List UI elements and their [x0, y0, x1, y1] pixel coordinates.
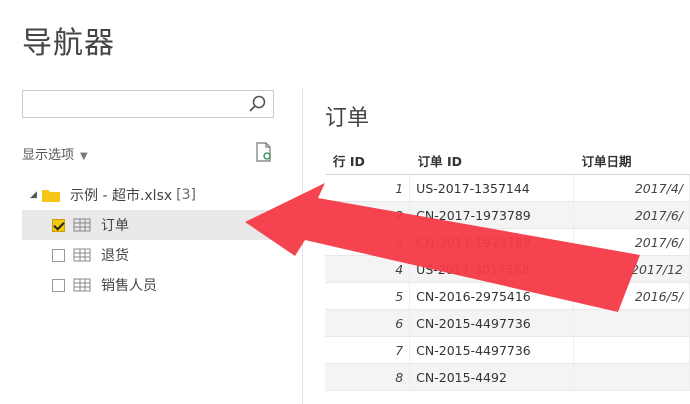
tree-item-orders[interactable]: 订单: [22, 210, 280, 240]
cell-order-date: 2016/5/: [573, 282, 690, 310]
cell-row-id: 3: [325, 228, 411, 256]
checkbox-orders[interactable]: [52, 218, 65, 232]
cell-row-id: 8: [325, 363, 411, 391]
table-row: 7 CN-2015-4497736: [325, 336, 690, 364]
tree-item-label: 销售人员: [101, 278, 157, 294]
table-row: 6 CN-2015-4497736: [325, 309, 690, 337]
folder-icon: [42, 190, 60, 202]
expand-triangle-icon[interactable]: ◢: [30, 190, 42, 200]
cell-order-id: US-2017-1357144: [409, 174, 574, 202]
display-options-dropdown[interactable]: 显示选项 ▼: [22, 144, 88, 163]
tree-root[interactable]: ◢ 示例 - 超市.xlsx [3]: [22, 180, 280, 210]
checkbox-salespeople[interactable]: [52, 278, 65, 292]
table-icon: [73, 248, 91, 262]
cell-order-id: CN-2015-4497736: [409, 336, 574, 364]
cell-order-date: 2017/6/: [573, 228, 690, 256]
table-header-row: 行 ID 订单 ID 订单日期: [325, 146, 690, 175]
tree-item-label: 退货: [101, 248, 129, 264]
cell-row-id: 6: [325, 309, 411, 337]
chevron-down-icon: ▼: [80, 151, 88, 162]
refresh-icon[interactable]: [255, 142, 273, 162]
cell-row-id: 4: [325, 255, 411, 283]
cell-order-id: US-2017-3017568: [409, 255, 574, 283]
cell-order-id: CN-2017-1973789: [409, 201, 574, 229]
checkbox-returns[interactable]: [52, 248, 65, 262]
window-title: 导航器: [22, 26, 115, 61]
table-row: 8 CN-2015-4492: [325, 363, 690, 391]
preview-title: 订单: [325, 106, 370, 131]
cell-order-id: CN-2015-4497736: [409, 309, 574, 337]
panel-divider[interactable]: [302, 88, 303, 404]
cell-order-date: [573, 309, 690, 337]
table-row: 3 CN-2017-1973789 2017/6/: [325, 228, 690, 256]
cell-order-id: CN-2017-1973789: [409, 228, 574, 256]
cell-order-date: 2017/4/: [573, 174, 690, 202]
cell-order-date: 2017/12: [573, 255, 690, 283]
table-icon: [73, 218, 91, 232]
table-row: 2 CN-2017-1973789 2017/6/: [325, 201, 690, 229]
column-header[interactable]: 行 ID: [325, 146, 410, 175]
column-header[interactable]: 订单 ID: [409, 146, 574, 175]
tree-root-count: [3]: [176, 187, 196, 203]
preview-table: 行 ID 订单 ID 订单日期 1 US-2017-1357144 2017/4/ …: [325, 146, 690, 391]
cell-row-id: 2: [325, 201, 411, 229]
search-input[interactable]: [27, 92, 251, 118]
cell-row-id: 7: [325, 336, 411, 364]
cell-order-id: CN-2016-2975416: [409, 282, 574, 310]
column-header[interactable]: 订单日期: [573, 146, 690, 175]
search-icon[interactable]: [247, 94, 267, 114]
cell-row-id: 1: [325, 174, 411, 202]
display-options-label: 显示选项: [22, 148, 75, 163]
cell-order-date: [573, 336, 690, 364]
tree-root-label: 示例 - 超市.xlsx: [70, 188, 173, 204]
cell-row-id: 5: [325, 282, 411, 310]
cell-order-date: 2017/6/: [573, 201, 690, 229]
tree-item-label: 订单: [101, 218, 129, 234]
table-icon: [73, 278, 91, 292]
tree-item-returns[interactable]: 退货: [22, 240, 280, 270]
table-row: 4 US-2017-3017568 2017/12: [325, 255, 690, 283]
search-box[interactable]: [22, 90, 274, 118]
table-row: 5 CN-2016-2975416 2016/5/: [325, 282, 690, 310]
tree-item-salespeople[interactable]: 销售人员: [22, 270, 280, 300]
cell-order-date: [573, 363, 690, 391]
navigator-tree: ◢ 示例 - 超市.xlsx [3] 订单 退货 销售人员: [22, 180, 280, 300]
table-row: 1 US-2017-1357144 2017/4/: [325, 174, 690, 202]
cell-order-id: CN-2015-4492: [409, 363, 574, 391]
